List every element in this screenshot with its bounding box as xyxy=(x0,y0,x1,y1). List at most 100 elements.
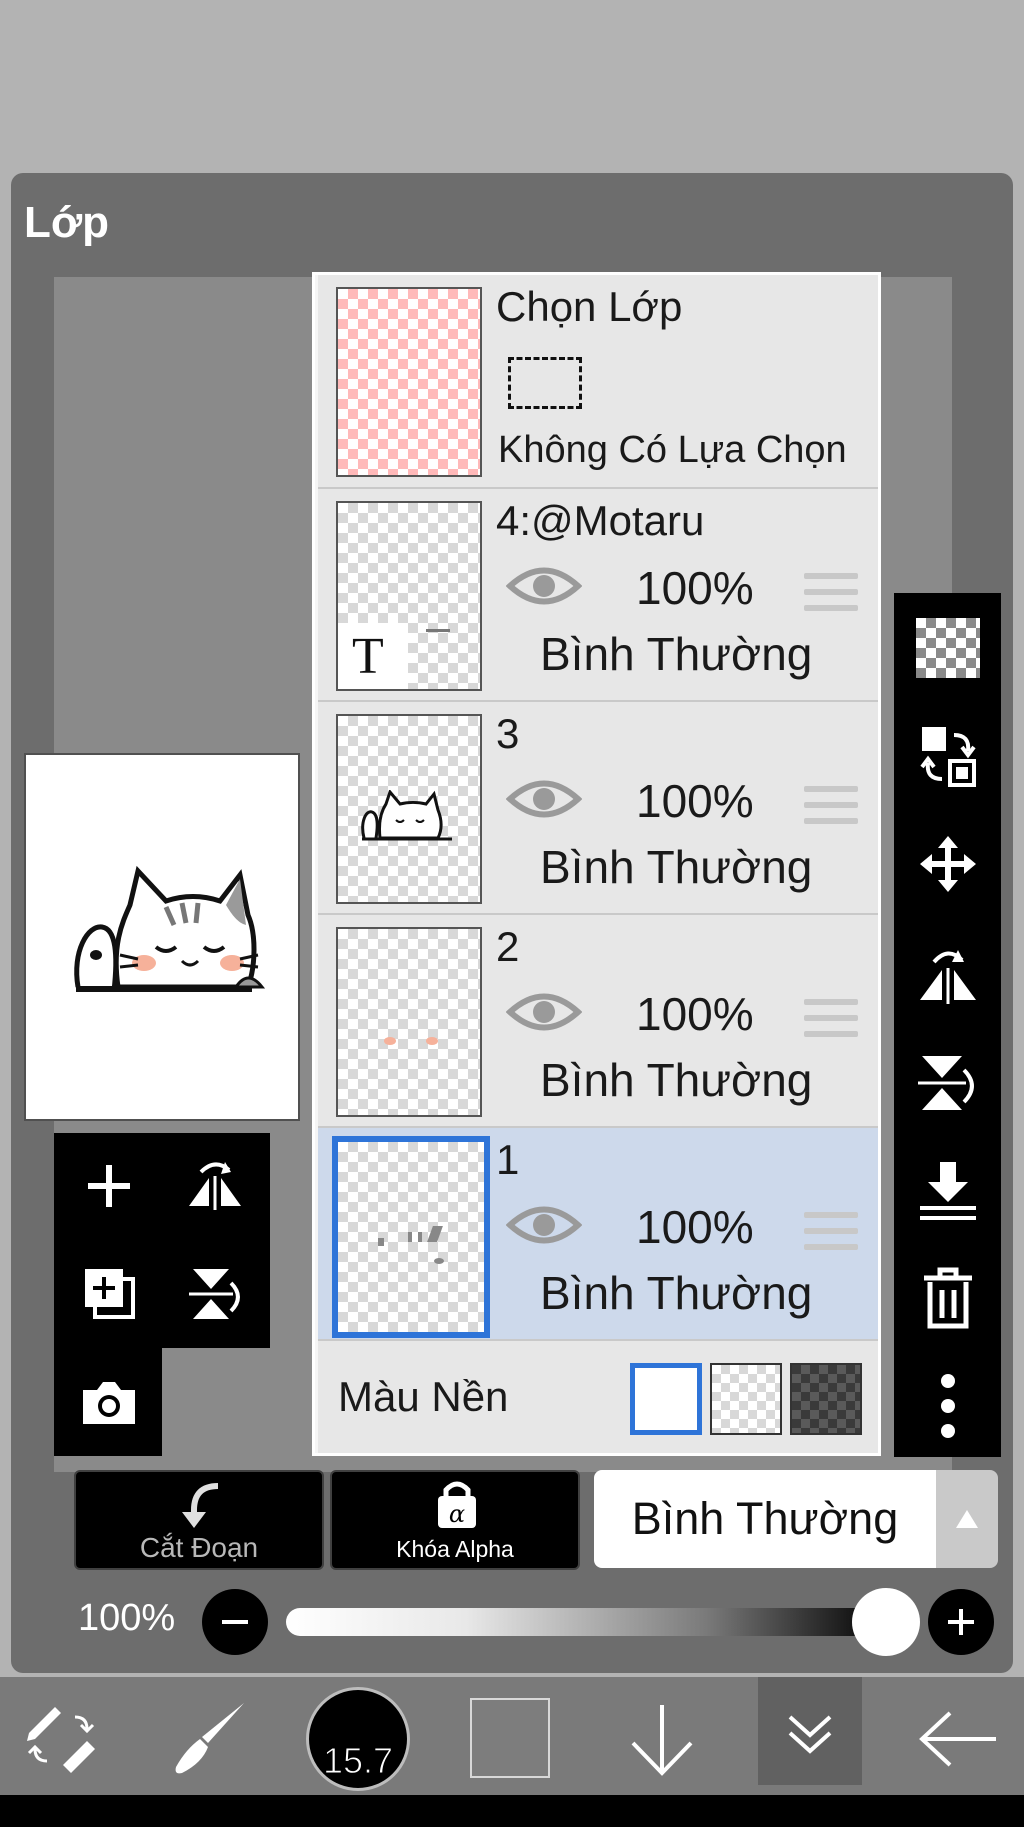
more-vertical-icon xyxy=(941,1374,955,1438)
triangle-up-icon xyxy=(956,1510,978,1528)
layer-row-selected[interactable]: 1 100% Bình Thường xyxy=(318,1128,878,1341)
selection-layer-row[interactable]: Chọn Lớp Không Có Lựa Chọn xyxy=(318,275,878,489)
plus-icon xyxy=(948,1609,974,1635)
cat-drawing xyxy=(74,865,266,992)
layer-blend-mode: Bình Thường xyxy=(540,1054,813,1106)
arrow-down-icon xyxy=(631,1705,693,1776)
text-layer-icon: T xyxy=(352,628,384,685)
cheek-mark xyxy=(426,1037,438,1045)
selection-marquee-icon xyxy=(508,357,582,409)
bg-white-option[interactable] xyxy=(630,1363,702,1435)
flip-horizontal-icon xyxy=(920,950,976,1004)
blend-mode-select[interactable]: Bình Thường xyxy=(594,1470,936,1568)
add-layer-button[interactable] xyxy=(64,1140,154,1232)
brush-button[interactable] xyxy=(160,1696,256,1782)
trash-icon xyxy=(924,1267,972,1329)
flip-vertical-button[interactable] xyxy=(170,1247,260,1339)
lock-alpha-icon: α xyxy=(438,1481,476,1528)
back-button[interactable] xyxy=(910,1696,1006,1782)
panel-title: Lớp xyxy=(24,198,110,247)
delete-layer-button[interactable] xyxy=(904,1254,992,1342)
svg-text:α: α xyxy=(449,1500,465,1528)
merge-down-button[interactable] xyxy=(904,1146,992,1234)
camera-button[interactable] xyxy=(64,1357,154,1449)
layer-name: 3 xyxy=(496,710,520,757)
layer-blend-mode: Bình Thường xyxy=(540,841,813,893)
clipping-label: Cắt Đoạn xyxy=(139,1532,259,1563)
duplicate-layer-button[interactable] xyxy=(64,1247,154,1339)
collapse-panel-button[interactable] xyxy=(758,1677,862,1785)
camera-icon xyxy=(83,1382,135,1424)
opacity-slider-thumb[interactable] xyxy=(852,1588,920,1656)
visibility-eye-icon[interactable] xyxy=(506,563,582,609)
swap-layer-button[interactable] xyxy=(904,718,992,796)
layer-opacity: 100% xyxy=(636,562,754,614)
alpha-lock-button[interactable]: α Khóa Alpha xyxy=(330,1470,580,1570)
layer-down-button[interactable] xyxy=(620,1696,704,1782)
flip-vertical-icon xyxy=(189,1269,240,1319)
flip-horizontal-icon xyxy=(189,1162,241,1210)
arrow-left-icon xyxy=(919,1711,996,1767)
cat-line-art xyxy=(361,790,452,841)
flip-horizontal-right-button[interactable] xyxy=(904,930,992,1018)
more-options-button[interactable] xyxy=(904,1362,992,1450)
canvas-preview[interactable] xyxy=(24,753,300,1121)
opacity-increase-button[interactable] xyxy=(928,1589,994,1655)
selection-status: Không Có Lựa Chọn xyxy=(498,429,847,471)
opacity-slider-track[interactable] xyxy=(286,1608,886,1636)
drag-handle-icon[interactable] xyxy=(804,786,858,834)
cheek-mark xyxy=(384,1037,396,1045)
visibility-eye-icon[interactable] xyxy=(506,989,582,1035)
move-button[interactable] xyxy=(904,820,992,908)
clipping-button[interactable]: Cắt Đoạn xyxy=(74,1470,324,1570)
drag-handle-icon[interactable] xyxy=(804,1212,858,1260)
layer-row[interactable]: 3 100% Bình Thường xyxy=(318,702,878,915)
flip-horizontal-button[interactable] xyxy=(170,1140,260,1232)
opacity-decrease-button[interactable] xyxy=(202,1589,268,1655)
alpha-lock-label: Khóa Alpha xyxy=(396,1536,514,1562)
visibility-eye-icon[interactable] xyxy=(506,776,582,822)
layer-opacity: 100% xyxy=(636,775,754,827)
layer-opacity: 100% xyxy=(636,1201,754,1253)
layer-blend-mode: Bình Thường xyxy=(540,1267,813,1319)
flip-vertical-right-button[interactable] xyxy=(904,1038,992,1126)
layer-name: 1 xyxy=(496,1136,520,1183)
flip-vertical-icon xyxy=(918,1056,974,1110)
tool-switch-button[interactable] xyxy=(18,1696,104,1782)
layer-thumbnail xyxy=(332,1136,490,1338)
opacity-value: 100% xyxy=(78,1597,176,1639)
plus-icon xyxy=(88,1165,130,1207)
layer-thumbnail: T xyxy=(336,501,482,691)
brush-size-value: 15.7 xyxy=(322,1740,394,1782)
merge-down-icon xyxy=(920,1162,976,1220)
layer-name: 2 xyxy=(496,923,520,970)
duplicate-icon xyxy=(85,1269,135,1319)
system-nav-bar xyxy=(0,1795,1024,1827)
clipping-arrow-icon xyxy=(182,1483,219,1528)
selection-layer-title: Chọn Lớp xyxy=(496,283,683,330)
double-chevron-down-icon xyxy=(788,1715,832,1754)
color-swatch-button[interactable] xyxy=(470,1698,550,1778)
minus-icon xyxy=(222,1620,248,1624)
blend-mode-dropdown-button[interactable] xyxy=(936,1470,998,1568)
layer-row[interactable]: 2 100% Bình Thường xyxy=(318,915,878,1128)
layer-row[interactable]: T 4:@Motaru 100% Bình Thường xyxy=(318,489,878,702)
bg-transparent-option[interactable] xyxy=(710,1363,782,1435)
selection-layer-thumbnail xyxy=(336,287,482,477)
layer-thumbnail xyxy=(336,927,482,1117)
background-color-label: Màu Nền xyxy=(338,1373,509,1420)
move-arrows-icon xyxy=(920,836,976,892)
pen-eraser-swap-icon xyxy=(27,1707,95,1773)
transparency-checker-icon[interactable] xyxy=(916,618,980,678)
background-color-row: Màu Nền xyxy=(318,1341,878,1453)
layer-opacity: 100% xyxy=(636,988,754,1040)
layer-thumbnail xyxy=(336,714,482,904)
drag-handle-icon[interactable] xyxy=(804,999,858,1047)
layer-blend-mode: Bình Thường xyxy=(540,628,813,680)
bg-dark-checker-option[interactable] xyxy=(790,1363,862,1435)
drag-handle-icon[interactable] xyxy=(804,573,858,621)
swap-icon xyxy=(920,727,976,787)
visibility-eye-icon[interactable] xyxy=(506,1202,582,1248)
brush-icon xyxy=(175,1703,244,1774)
brush-size-button[interactable]: 15.7 xyxy=(306,1687,410,1791)
